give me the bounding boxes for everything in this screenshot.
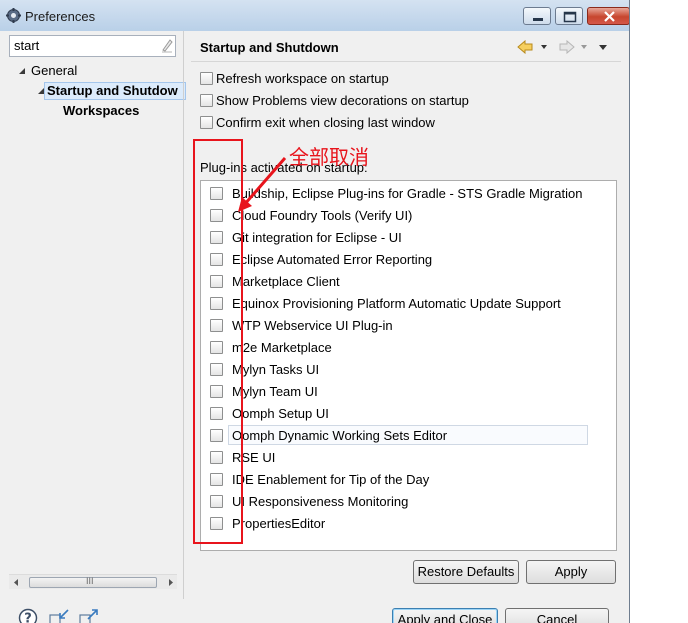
plugin-label: m2e Marketplace [232,340,332,355]
plugin-label: WTP Webservice UI Plug-in [232,318,393,333]
cancel-button[interactable]: Cancel [505,608,609,623]
tree-item-startup-and-shutdown[interactable]: Startup and Shutdow [47,83,178,98]
scroll-right-icon[interactable] [167,578,175,587]
minimize-button[interactable] [523,7,551,25]
scrollbar-thumb[interactable]: III [29,576,157,588]
list-item[interactable]: Mylyn Tasks UI [201,358,616,380]
forward-arrow-icon[interactable] [558,40,592,54]
close-icon [604,11,615,22]
header-separator [191,61,621,62]
refresh-workspace-label[interactable]: Refresh workspace on startup [216,71,389,86]
list-item[interactable]: Mylyn Team UI [201,380,616,402]
list-item[interactable]: Eclipse Automated Error Reporting [201,248,616,270]
list-item[interactable]: IDE Enablement for Tip of the Day [201,468,616,490]
list-item[interactable]: Oomph Dynamic Working Sets Editor [201,424,616,446]
clear-filter-icon[interactable] [160,37,174,53]
scroll-left-icon[interactable] [12,578,20,587]
apply-button[interactable]: Apply [526,560,616,584]
tree-item-workspaces[interactable]: Workspaces [63,103,139,118]
list-item[interactable]: m2e Marketplace [201,336,616,358]
page-title: Startup and Shutdown [200,40,339,55]
restore-defaults-button[interactable]: Restore Defaults [413,560,519,584]
list-item[interactable]: WTP Webservice UI Plug-in [201,314,616,336]
preferences-gear-icon [6,8,21,23]
pane-divider[interactable] [183,31,184,599]
title-bar: Preferences [0,0,629,31]
minimize-icon [533,18,543,21]
filter-input[interactable]: start [9,35,176,57]
show-problems-decorations-checkbox[interactable] [200,94,213,107]
help-icon[interactable]: ? [18,608,38,623]
view-menu-icon[interactable] [598,40,610,54]
preference-tree: General Startup and Shutdow Workspaces [9,61,186,573]
refresh-workspace-checkbox[interactable] [200,72,213,85]
list-item[interactable]: UI Responsiveness Monitoring [201,490,616,512]
show-problems-decorations-label[interactable]: Show Problems view decorations on startu… [216,93,469,108]
plugin-label: Git integration for Eclipse - UI [232,230,402,245]
plugin-label: Equinox Provisioning Platform Automatic … [232,296,561,311]
tree-item-general[interactable]: General [31,63,77,78]
list-item[interactable]: Marketplace Client [201,270,616,292]
plugin-label: IDE Enablement for Tip of the Day [232,472,430,487]
close-button[interactable] [587,7,629,25]
confirm-exit-checkbox[interactable] [200,116,213,129]
maximize-icon [563,11,577,23]
window-title: Preferences [25,9,96,24]
plugin-label: Oomph Setup UI [232,406,329,421]
plugin-label: Oomph Dynamic Working Sets Editor [232,428,448,443]
back-arrow-icon[interactable] [516,40,550,54]
scrollbar-grip: III [86,576,94,586]
list-item[interactable]: Git integration for Eclipse - UI [201,226,616,248]
svg-text:?: ? [24,612,32,623]
annotation-arrow-icon [238,157,287,212]
tree-horizontal-scrollbar[interactable]: III [9,574,177,589]
preferences-window: Preferences start General Startup and Sh… [0,0,630,623]
apply-and-close-button[interactable]: Apply and Close [392,608,498,623]
list-item[interactable]: PropertiesEditor [201,512,616,534]
annotation-label: 全部取消 [289,145,369,169]
import-icon[interactable] [48,608,72,623]
plugin-label: Mylyn Tasks UI [232,362,320,377]
maximize-button[interactable] [555,7,583,25]
list-item[interactable]: Equinox Provisioning Platform Automatic … [201,292,616,314]
plugin-label: PropertiesEditor [232,516,326,531]
expand-toggle-icon[interactable] [17,66,27,76]
plugin-label: UI Responsiveness Monitoring [232,494,409,509]
plugin-label: Marketplace Client [232,274,340,289]
export-icon[interactable] [78,608,102,623]
list-item[interactable]: Oomph Setup UI [201,402,616,424]
confirm-exit-label[interactable]: Confirm exit when closing last window [216,115,435,130]
plugin-label: Eclipse Automated Error Reporting [232,252,433,267]
plugin-label: Mylyn Team UI [232,384,318,399]
plugins-list[interactable]: Buildship, Eclipse Plug-ins for Gradle -… [200,180,617,551]
list-item[interactable]: RSE UI [201,446,616,468]
